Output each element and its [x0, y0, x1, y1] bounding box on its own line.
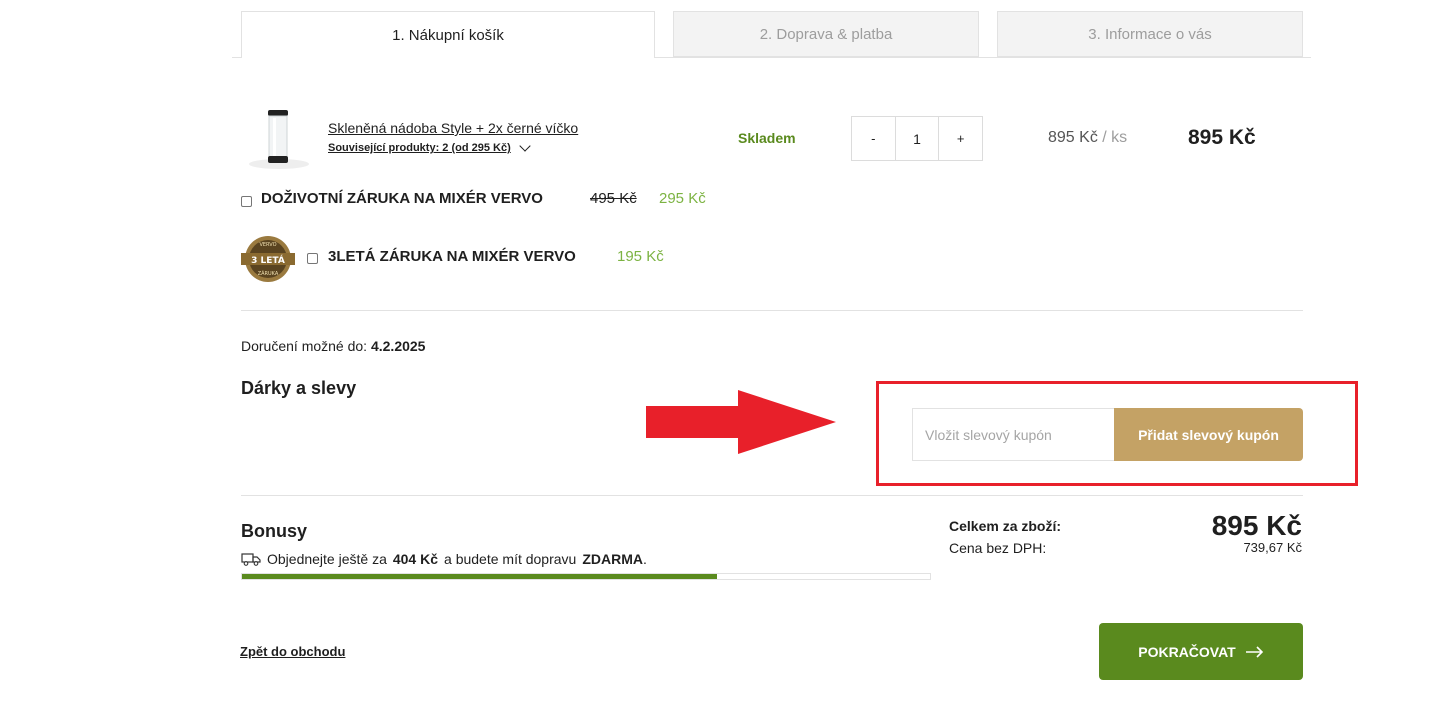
free-shipping-info: Objednejte ještě za 404 Kč a budete mít …: [241, 551, 647, 567]
unit-price: 895 Kč / ks: [1048, 129, 1127, 147]
tab-cart-label: 1. Nákupní košík: [392, 26, 504, 44]
tabs-divider: [232, 57, 241, 58]
tabs-divider: [655, 57, 1311, 58]
qty-input[interactable]: 1: [894, 117, 940, 160]
red-arrow-icon: [646, 390, 836, 454]
tab-info[interactable]: 3. Informace o vás: [997, 11, 1303, 57]
total-label: Celkem za zboží:: [949, 518, 1062, 534]
badge-middle-text: 3 LETÁ: [251, 254, 285, 266]
total-value: 895 Kč: [1211, 510, 1302, 541]
unit-price-value: 895 Kč: [1048, 129, 1098, 146]
line-total: 895 Kč: [1188, 126, 1256, 149]
bonus-free: ZDARMA: [582, 551, 643, 567]
three-year-warranty-price: 195 Kč: [617, 248, 664, 265]
three-year-warranty-label: 3LETÁ ZÁRUKA NA MIXÉR VERVO: [328, 248, 576, 265]
free-shipping-progress-fill: [242, 574, 717, 579]
bonus-text-pre: Objednejte ještě za: [267, 551, 387, 567]
continue-button[interactable]: POKRAČOVAT: [1099, 623, 1303, 680]
lifetime-warranty-old-price: 495 Kč: [590, 190, 637, 207]
add-coupon-button[interactable]: Přidat slevový kupón: [1114, 408, 1303, 461]
qty-decrease-button[interactable]: -: [852, 117, 895, 160]
tab-info-label: 3. Informace o vás: [1088, 25, 1212, 43]
related-products-toggle[interactable]: Související produkty: 2 (od 295 Kč): [328, 140, 531, 154]
novat-label: Cena bez DPH:: [949, 540, 1047, 556]
free-shipping-progress: [241, 573, 931, 580]
bonus-amount: 404 Kč: [392, 551, 439, 567]
chevron-down-icon: [519, 140, 531, 152]
delivery-label: Doručení možné do:: [241, 338, 368, 354]
badge-top-text: VERVO: [259, 242, 276, 248]
qty-increase-button[interactable]: +: [939, 117, 982, 160]
gifts-title: Dárky a slevy: [241, 378, 357, 398]
bonus-text-end: .: [642, 551, 647, 567]
truck-icon: [241, 553, 261, 566]
novat-value: 739,67 Kč: [1243, 540, 1302, 555]
stock-status: Skladem: [738, 130, 796, 146]
product-image[interactable]: [244, 104, 314, 170]
continue-label: POKRAČOVAT: [1138, 643, 1236, 660]
lifetime-warranty-label: DOŽIVOTNÍ ZÁRUKA NA MIXÉR VERVO: [261, 190, 543, 207]
quantity-stepper: - 1 +: [851, 116, 983, 161]
tab-shipping[interactable]: 2. Doprava & platba: [673, 11, 979, 57]
product-title-link[interactable]: Skleněná nádoba Style + 2x černé víčko: [328, 120, 578, 136]
section-divider: [241, 310, 1303, 311]
coupon-input[interactable]: [912, 408, 1114, 461]
warranty-badge-icon: VERVO 3 LETÁ ZÁRUKA: [241, 236, 295, 282]
delivery-date: Doručení možné do: 4.2.2025: [241, 338, 425, 354]
section-divider: [241, 495, 1303, 496]
bonus-text-mid: a budete mít dopravu: [444, 551, 577, 567]
back-to-shop-link[interactable]: Zpět do obchodu: [240, 644, 345, 659]
three-year-warranty-checkbox[interactable]: [307, 253, 318, 264]
unit-price-suffix: / ks: [1097, 129, 1128, 146]
delivery-date-value: 4.2.2025: [370, 338, 426, 354]
arrow-right-icon: [1245, 645, 1263, 658]
tab-shipping-label: 2. Doprava & platba: [759, 25, 893, 43]
badge-bottom-text: ZÁRUKA: [258, 270, 279, 277]
lifetime-warranty-price: 295 Kč: [659, 190, 706, 207]
related-products-label: Související produkty: 2 (od 295 Kč): [328, 142, 511, 154]
lifetime-warranty-checkbox[interactable]: [241, 196, 252, 207]
tab-cart[interactable]: 1. Nákupní košík: [241, 11, 655, 58]
bonus-title: Bonusy: [241, 521, 308, 541]
